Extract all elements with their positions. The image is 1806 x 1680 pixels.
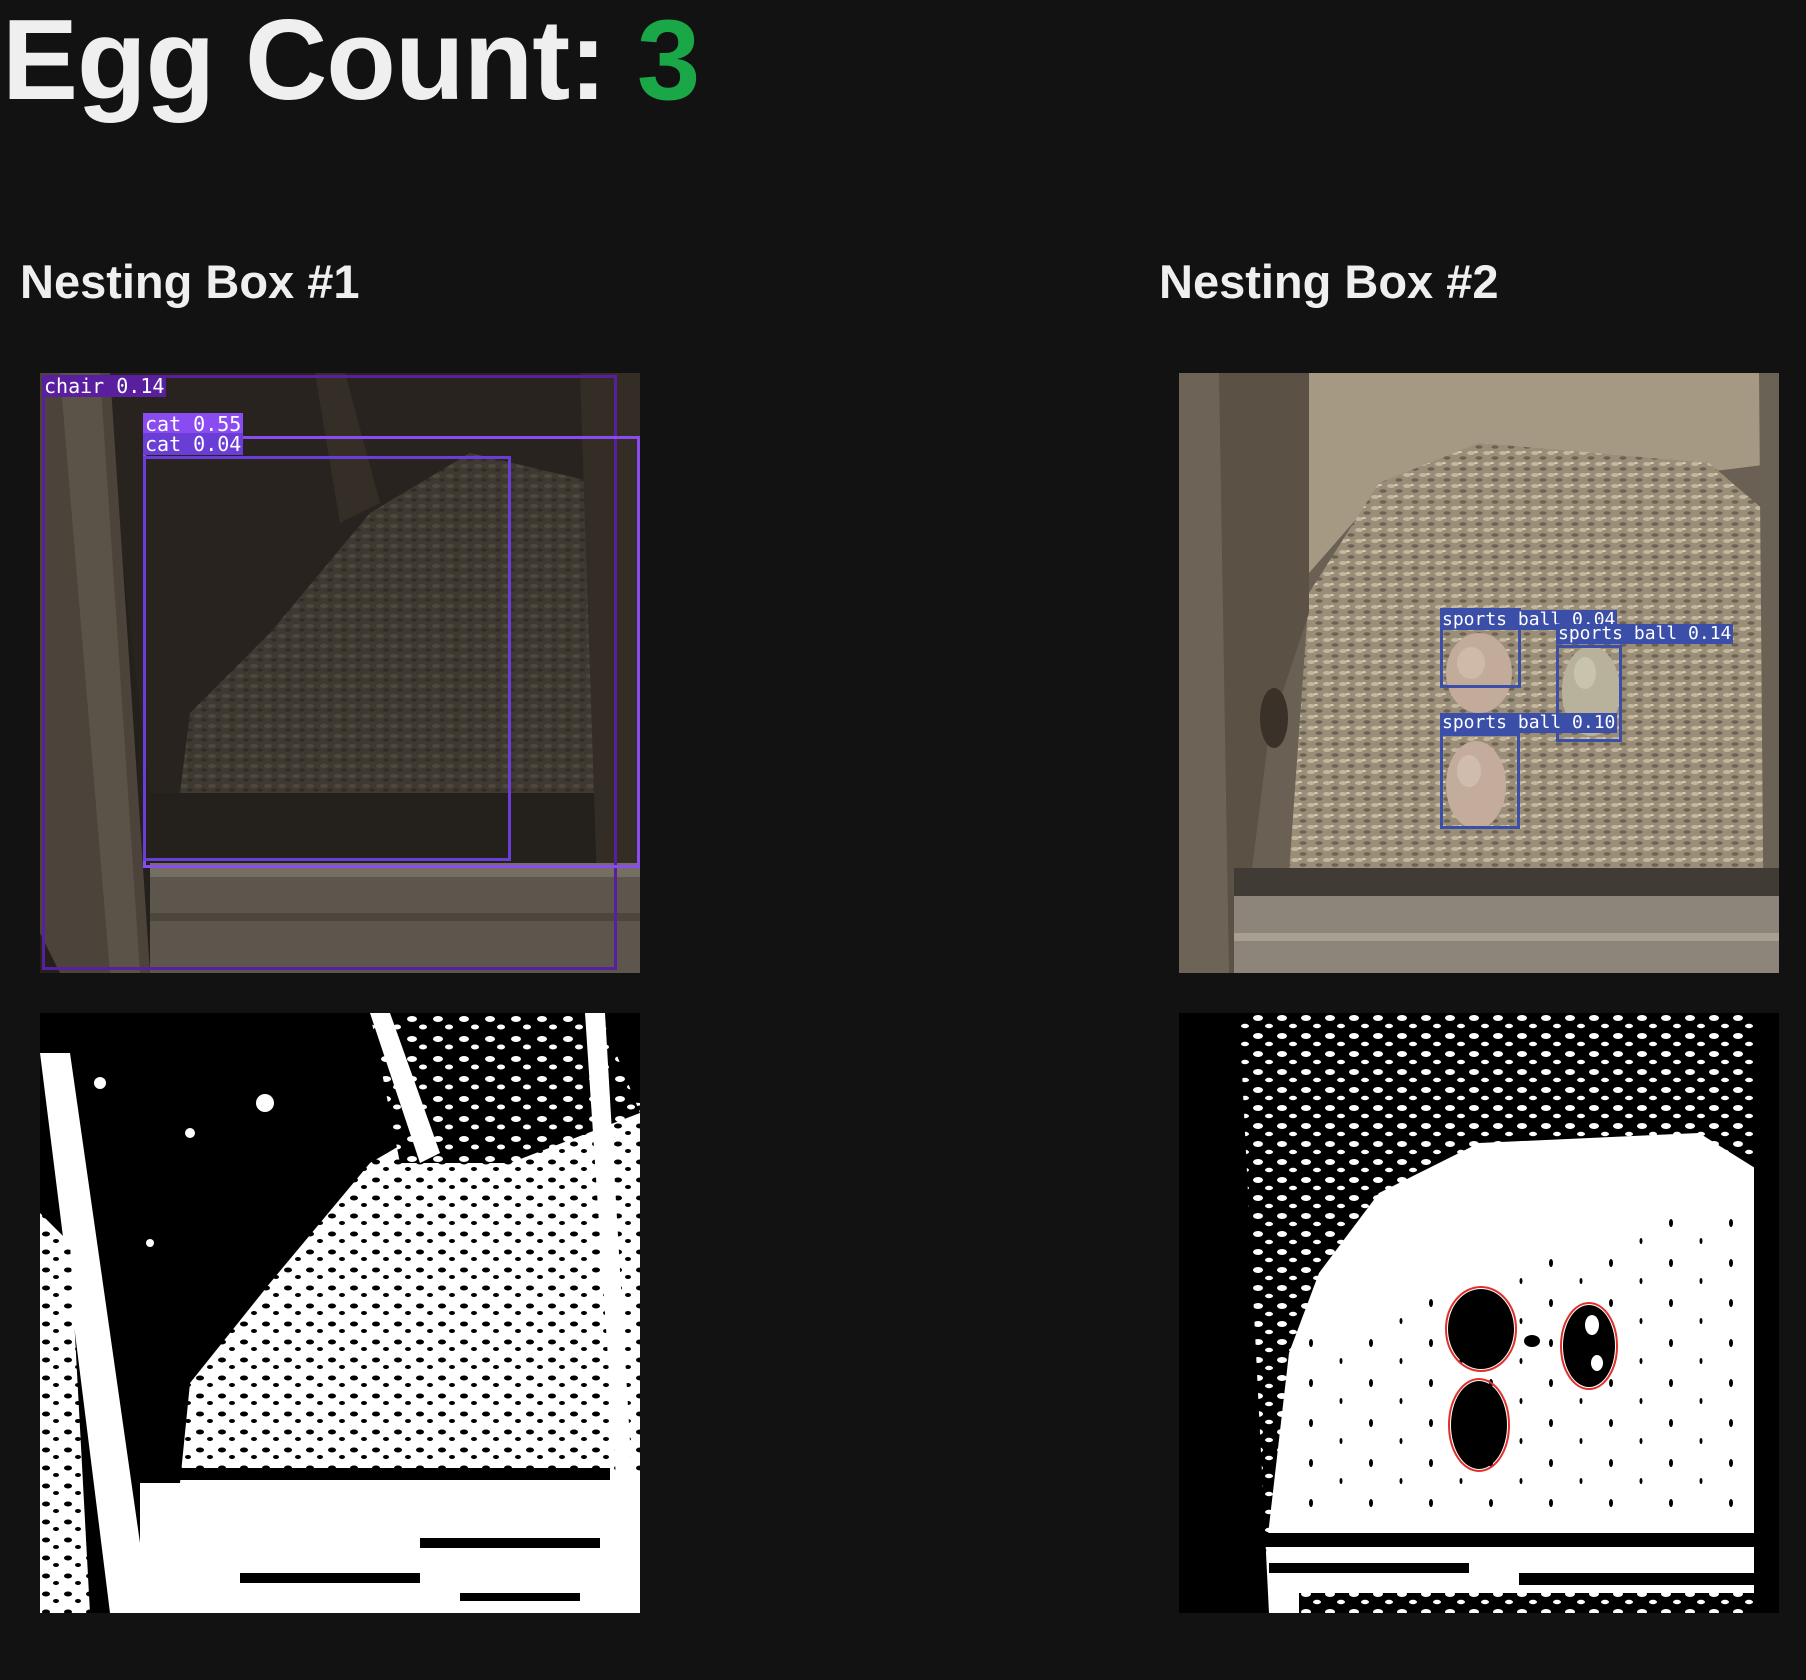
nesting-box-2-title: Nesting Box #2: [1159, 255, 1499, 308]
detection-label-egg-2: sports ball 0.14: [1556, 623, 1734, 644]
egg-count-value: 3: [636, 0, 700, 124]
egg-count-label: Egg Count:: [2, 0, 607, 124]
nesting-box-2-camera-image: sports ball 0.04 sports ball 0.14 sports…: [1179, 373, 1779, 973]
egg-count-heading: Egg Count: 3: [2, 0, 700, 124]
detection-box-cat-2: [143, 456, 511, 861]
egg-counter-page: Egg Count: 3 Nesting Box #1 chair 0.14 c…: [0, 0, 1806, 1680]
nesting-box-1-camera-image: chair 0.14 cat 0.55 cat 0.04: [40, 373, 640, 973]
nesting-box-2-threshold-graphic: [1179, 1013, 1779, 1613]
nesting-box-1-threshold-graphic: [40, 1013, 640, 1613]
detection-label-egg-3: sports ball 0.10: [1440, 712, 1618, 733]
detection-label-cat-2: cat 0.04: [143, 432, 244, 456]
detection-box-egg-3: [1440, 733, 1520, 829]
detection-label-chair: chair 0.14: [42, 374, 167, 398]
nesting-box-1-threshold-image: [40, 1013, 640, 1613]
nesting-box-2-threshold-image: [1179, 1013, 1779, 1613]
nesting-box-1-title: Nesting Box #1: [20, 255, 360, 308]
